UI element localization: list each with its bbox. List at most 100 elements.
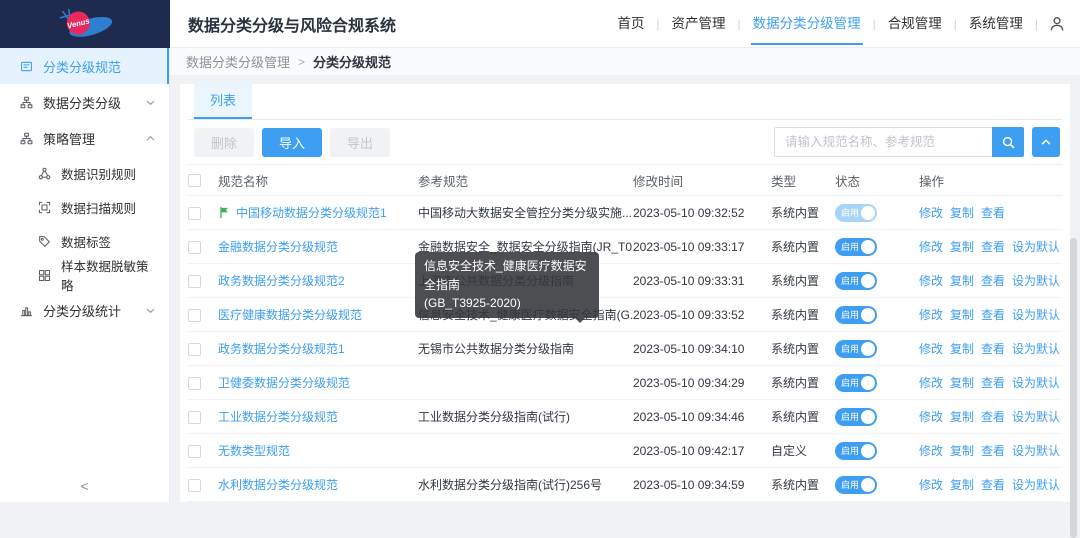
action-link-1[interactable]: 修改: [919, 342, 943, 356]
tab-list[interactable]: 列表: [194, 82, 252, 119]
search-button[interactable]: [992, 127, 1024, 157]
action-link-2[interactable]: 复制: [950, 410, 974, 424]
action-link-3[interactable]: 查看: [981, 410, 1005, 424]
row-checkbox[interactable]: [188, 207, 201, 220]
spec-name-link[interactable]: 医疗健康数据分类分级规范: [218, 308, 362, 322]
type-cell: 系统内置: [771, 196, 835, 230]
action-link-1[interactable]: 修改: [919, 206, 943, 220]
table-row: 中国移动数据分类分级规范1中国移动大数据安全管控分类分级实施...2023-05…: [188, 196, 1062, 230]
spec-name-link[interactable]: 政务数据分类分级规范2: [218, 274, 345, 288]
action-link-3[interactable]: 查看: [981, 274, 1005, 288]
action-link-3[interactable]: 查看: [981, 478, 1005, 492]
action-link-3[interactable]: 查看: [981, 342, 1005, 356]
row-checkbox[interactable]: [188, 411, 201, 424]
nav-item-4[interactable]: 合规管理: [886, 0, 944, 48]
action-link-4[interactable]: 设为默认: [1012, 444, 1060, 458]
nav-item-3[interactable]: 数据分类分级管理: [751, 0, 863, 48]
action-link-4[interactable]: 设为默认: [1012, 478, 1060, 492]
sidebar-item[interactable]: 数据分类分级: [0, 84, 169, 120]
sidebar-item[interactable]: 数据识别规则: [0, 156, 169, 190]
status-toggle[interactable]: 启用: [835, 306, 877, 324]
app-header: Venus 数据分类分级与风险合规系统 首页|资产管理|数据分类分级管理|合规管…: [0, 0, 1080, 48]
spec-name-link[interactable]: 水利数据分类分级规范: [218, 478, 338, 492]
nav-item-5[interactable]: 系统管理: [967, 0, 1025, 48]
nav-item-1[interactable]: 首页: [615, 0, 646, 48]
sidebar-item[interactable]: 数据扫描规则: [0, 190, 169, 224]
row-checkbox[interactable]: [188, 343, 201, 356]
action-link-3[interactable]: 查看: [981, 444, 1005, 458]
sidebar-item[interactable]: 样本数据脱敏策略: [0, 258, 169, 292]
action-link-2[interactable]: 复制: [950, 376, 974, 390]
action-link-3[interactable]: 查看: [981, 240, 1005, 254]
status-toggle[interactable]: 启用: [835, 238, 877, 256]
spec-name-link[interactable]: 中国移动数据分类分级规范1: [236, 206, 387, 220]
search-input[interactable]: [774, 127, 992, 157]
row-checkbox[interactable]: [188, 275, 201, 288]
type-cell: 系统内置: [771, 468, 835, 502]
delete-button[interactable]: 删除: [194, 128, 254, 157]
action-link-4[interactable]: 设为默认: [1012, 274, 1060, 288]
table-header-row: 规范名称 参考规范 修改时间 类型 状态 操作: [188, 165, 1062, 196]
nav-item-2[interactable]: 资产管理: [670, 0, 728, 48]
action-link-1[interactable]: 修改: [919, 478, 943, 492]
status-toggle[interactable]: 启用: [835, 408, 877, 426]
status-toggle[interactable]: 启用: [835, 442, 877, 460]
action-link-2[interactable]: 复制: [950, 274, 974, 288]
action-link-2[interactable]: 复制: [950, 308, 974, 322]
action-link-3[interactable]: 查看: [981, 376, 1005, 390]
spec-name-link[interactable]: 无数类型规范: [218, 444, 290, 458]
action-link-4[interactable]: 设为默认: [1012, 240, 1060, 254]
action-link-2[interactable]: 复制: [950, 342, 974, 356]
action-link-4[interactable]: 设为默认: [1012, 308, 1060, 322]
status-toggle[interactable]: 启用: [835, 272, 877, 290]
status-toggle[interactable]: 启用: [835, 374, 877, 392]
action-link-4[interactable]: 设为默认: [1012, 342, 1060, 356]
status-toggle[interactable]: 启用: [835, 340, 877, 358]
sidebar-collapse-button[interactable]: <: [0, 478, 169, 494]
spec-name-link[interactable]: 金融数据分类分级规范: [218, 240, 338, 254]
action-link-1[interactable]: 修改: [919, 274, 943, 288]
user-icon[interactable]: [1048, 15, 1066, 33]
spec-name-link[interactable]: 政务数据分类分级规范1: [218, 342, 345, 356]
status-toggle[interactable]: 启用: [835, 204, 877, 222]
select-all-checkbox[interactable]: [188, 174, 201, 187]
status-label: 启用: [841, 206, 859, 219]
toggle-knob: [861, 274, 875, 288]
sidebar-item[interactable]: 策略管理: [0, 120, 169, 156]
identify-rule-icon: [38, 167, 51, 180]
sidebar-item[interactable]: 数据标签: [0, 224, 169, 258]
export-button[interactable]: 导出: [330, 128, 390, 157]
action-link-1[interactable]: 修改: [919, 444, 943, 458]
status-label: 启用: [841, 444, 859, 457]
action-link-4[interactable]: 设为默认: [1012, 376, 1060, 390]
breadcrumb: 数据分类分级管理 > 分类分级规范: [170, 48, 1080, 76]
action-link-1[interactable]: 修改: [919, 308, 943, 322]
action-link-1[interactable]: 修改: [919, 376, 943, 390]
sidebar-item[interactable]: 分类分级统计: [0, 292, 169, 328]
import-button[interactable]: 导入: [262, 128, 322, 157]
action-link-2[interactable]: 复制: [950, 444, 974, 458]
table-row: 工业数据分类分级规范工业数据分类分级指南(试行)2023-05-10 09:34…: [188, 400, 1062, 434]
action-link-3[interactable]: 查看: [981, 308, 1005, 322]
action-link-2[interactable]: 复制: [950, 240, 974, 254]
vertical-scrollbar[interactable]: [1070, 238, 1077, 538]
hierarchy-icon: [20, 96, 33, 109]
spec-name-link[interactable]: 工业数据分类分级规范: [218, 410, 338, 424]
breadcrumb-item[interactable]: 数据分类分级管理: [186, 52, 290, 71]
row-checkbox[interactable]: [188, 479, 201, 492]
spec-name-link[interactable]: 卫健委数据分类分级规范: [218, 376, 350, 390]
action-link-4[interactable]: 设为默认: [1012, 410, 1060, 424]
type-cell: 自定义: [771, 434, 835, 468]
row-checkbox[interactable]: [188, 309, 201, 322]
collapse-search-button[interactable]: [1032, 127, 1060, 157]
row-checkbox[interactable]: [188, 377, 201, 390]
action-link-1[interactable]: 修改: [919, 410, 943, 424]
row-checkbox[interactable]: [188, 445, 201, 458]
action-link-2[interactable]: 复制: [950, 206, 974, 220]
row-checkbox[interactable]: [188, 241, 201, 254]
action-link-2[interactable]: 复制: [950, 478, 974, 492]
sidebar-item[interactable]: 分类分级规范: [0, 48, 169, 84]
action-link-1[interactable]: 修改: [919, 240, 943, 254]
status-toggle[interactable]: 启用: [835, 476, 877, 494]
action-link-3[interactable]: 查看: [981, 206, 1005, 220]
